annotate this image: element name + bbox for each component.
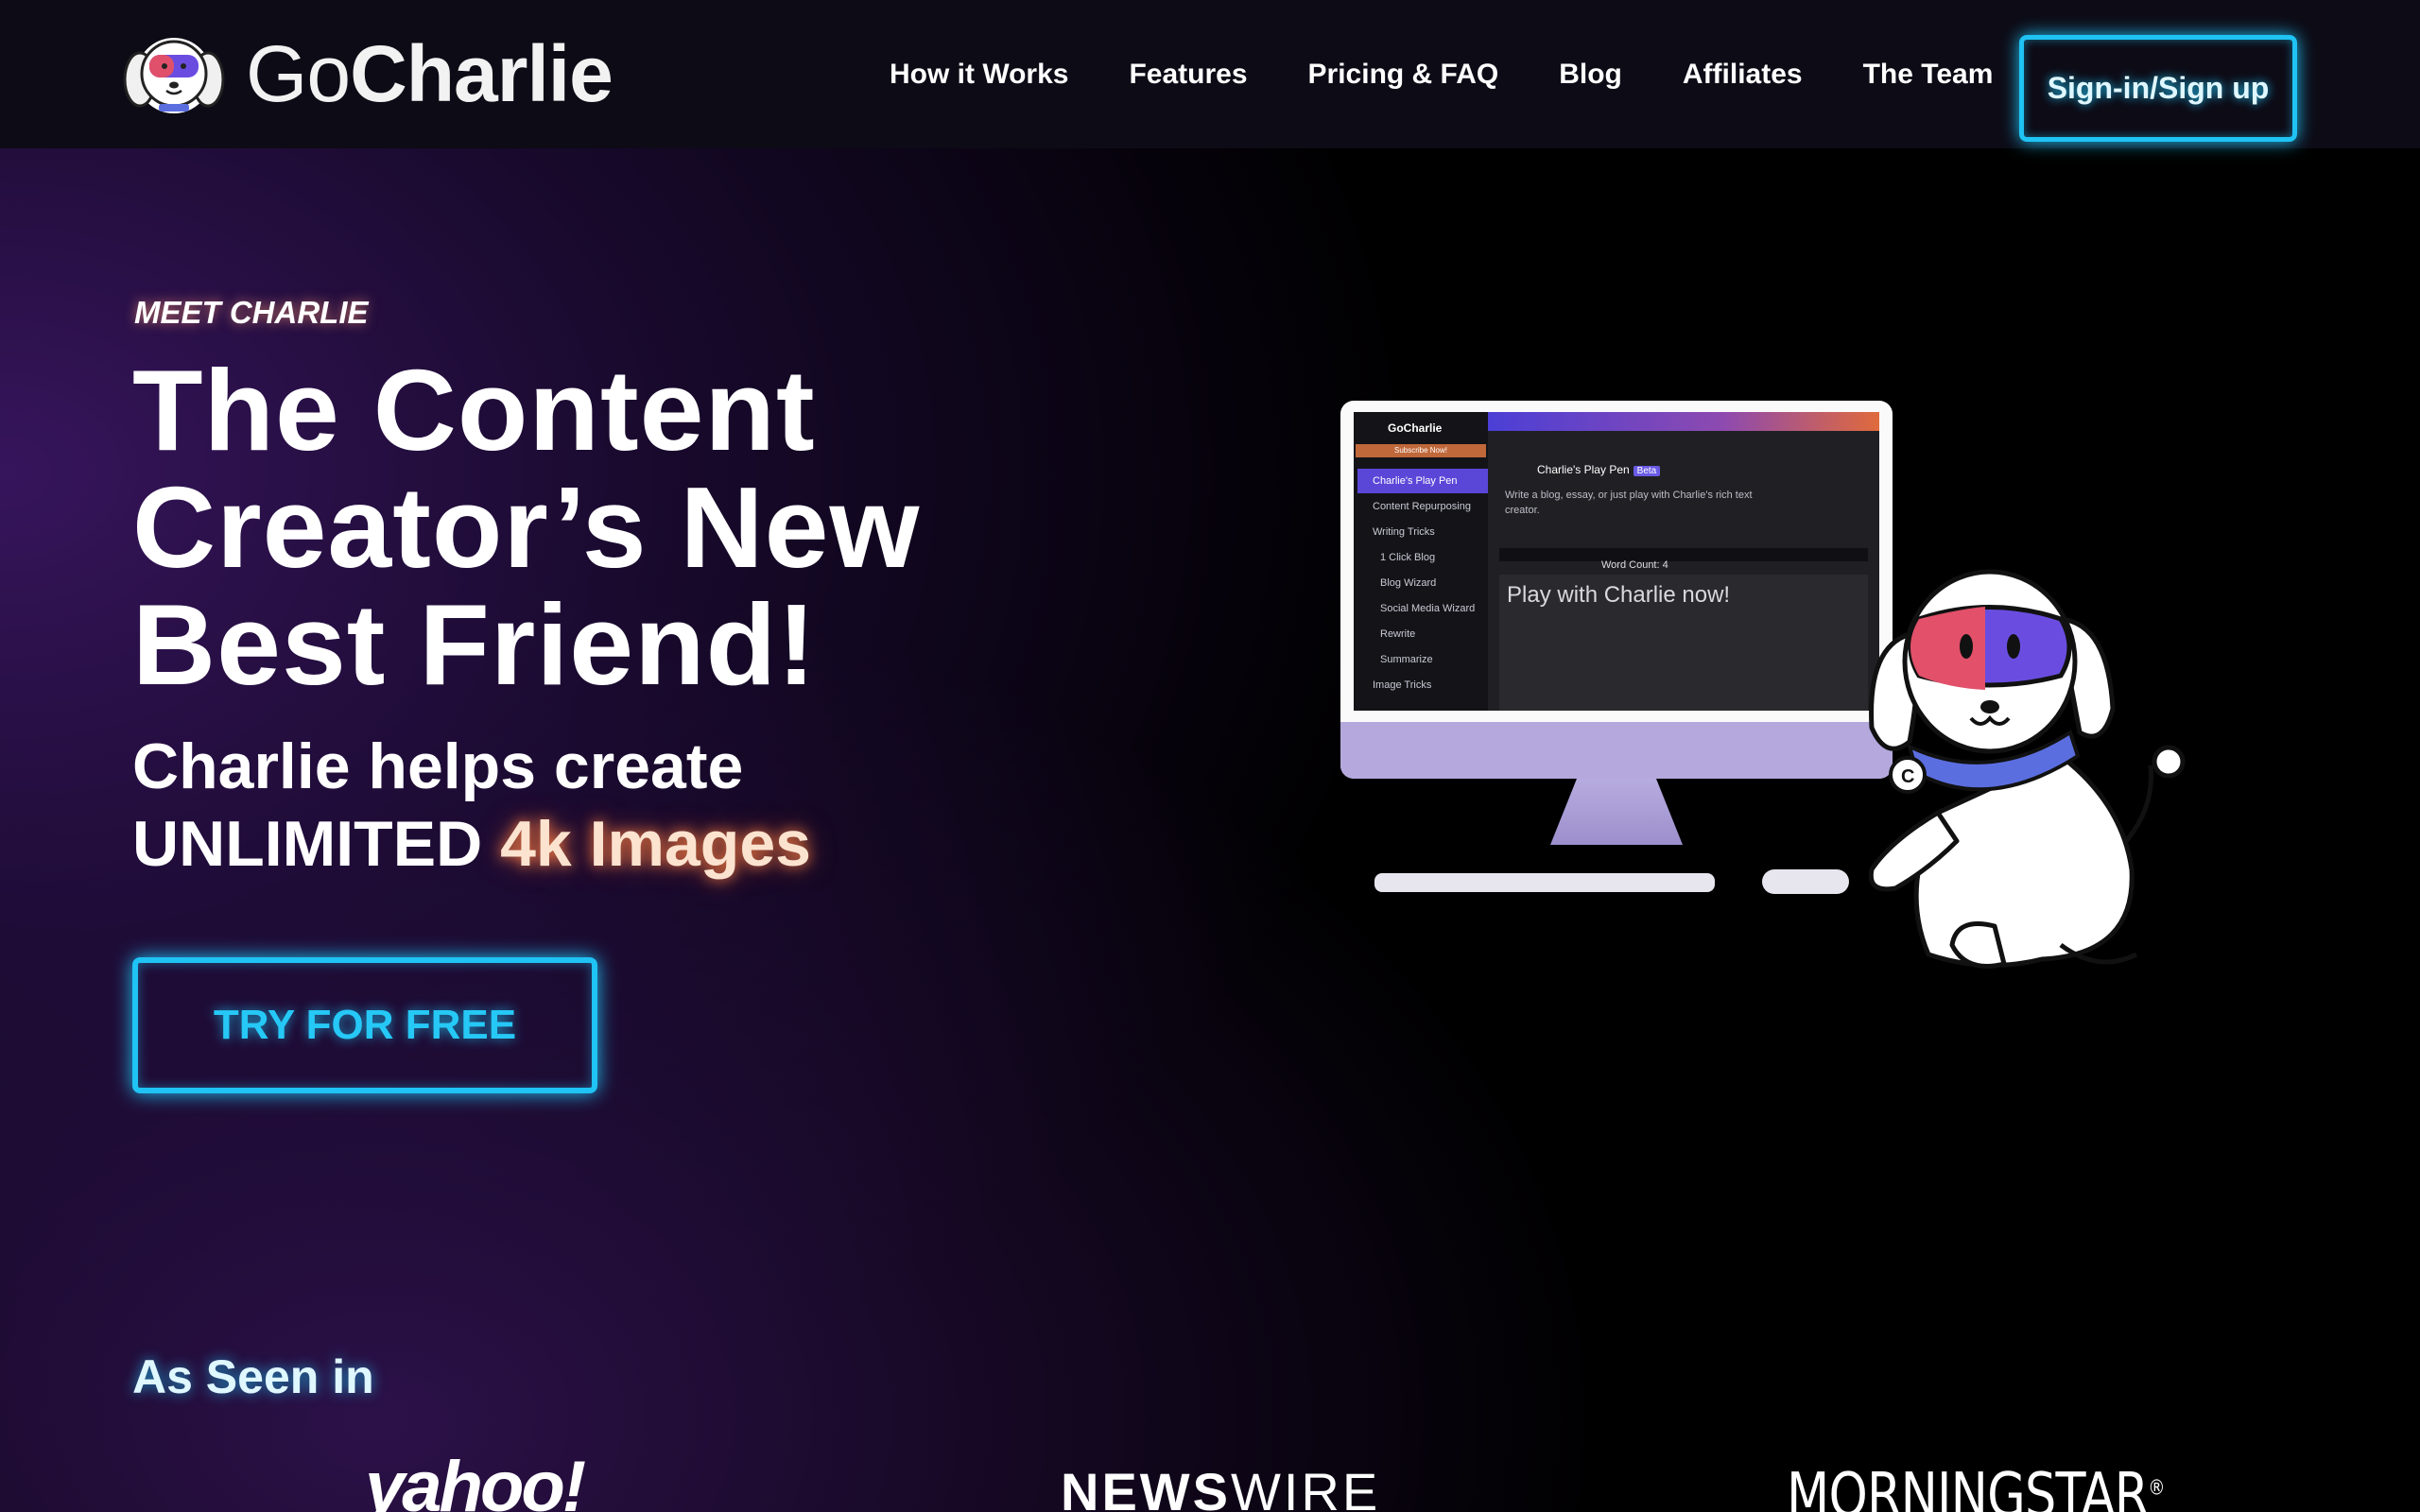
subhead-prefix: UNLIMITED <box>132 808 501 880</box>
nav-affiliates[interactable]: Affiliates <box>1683 59 1803 91</box>
headline-line-2: Creator’s New <box>132 463 921 592</box>
headline-line-3: Best Friend! <box>132 580 817 709</box>
app-sidebar-item: Charlie's Play Pen <box>1357 469 1488 493</box>
yahoo-logo: yahoo! <box>365 1447 586 1512</box>
brand-go: Go <box>246 28 351 118</box>
app-sidebar-item: Social Media Wizard <box>1380 603 1476 614</box>
nav-features[interactable]: Features <box>1129 59 1247 91</box>
hero-subheadline: Charlie helps create UNLIMITED 4k Images <box>132 728 1078 883</box>
subhead-line-1: Charlie helps create <box>132 730 744 802</box>
try-for-free-button[interactable]: TRY FOR FREE <box>132 957 597 1093</box>
editor-text: Play with Charlie now! <box>1507 582 1731 608</box>
app-topbar <box>1488 412 1879 431</box>
morningstar-logo-text: MORNINGSTAR <box>1787 1461 2149 1512</box>
brand-charlie: Charlie <box>350 28 614 118</box>
nav-blog[interactable]: Blog <box>1559 59 1622 91</box>
playpen-title: Charlie's Play Pen Beta <box>1537 463 1661 476</box>
app-subscribe-banner: Subscribe Now! <box>1356 444 1486 457</box>
app-sidebar-item: Blog Wizard <box>1380 577 1437 589</box>
top-navbar: GoCharlie How it Works Features Pricing … <box>0 0 2420 148</box>
as-seen-in-title: As Seen in <box>132 1350 374 1403</box>
nav-pricing-faq[interactable]: Pricing & FAQ <box>1308 59 1499 91</box>
app-brand: GoCharlie <box>1388 421 1443 435</box>
main-menu: How it Works Features Pricing & FAQ Blog… <box>890 0 2053 148</box>
app-sidebar: GoCharlie Subscribe Now! Charlie's Play … <box>1354 412 1488 711</box>
app-sidebar-item: Image Tricks <box>1373 679 1432 691</box>
word-count: Word Count: 4 <box>1601 559 1668 571</box>
hero-headline: The Content Creator’s New Best Friend! <box>132 352 1040 703</box>
gocharlie-dog-logo-icon <box>123 28 225 119</box>
app-sidebar-item: Writing Tricks <box>1373 526 1435 538</box>
playpen-description: Write a blog, essay, or just play with C… <box>1505 490 1753 516</box>
morningstar-logo-mark: ® <box>2148 1476 2165 1501</box>
nav-the-team[interactable]: The Team <box>1863 59 1994 91</box>
svg-text:C: C <box>1901 766 1914 787</box>
brand-wordmark: GoCharlie <box>246 28 614 120</box>
app-sidebar-item: Summarize <box>1380 654 1433 665</box>
nav-how-it-works[interactable]: How it Works <box>890 59 1068 91</box>
signin-signup-button[interactable]: Sign-in/Sign up <box>2019 35 2297 142</box>
beta-badge: Beta <box>1633 466 1661 476</box>
app-sidebar-item: Content Repurposing <box>1373 501 1471 512</box>
keyboard <box>1374 873 1715 892</box>
app-sidebar-item: Rewrite <box>1380 628 1416 640</box>
charlie-dog-mascot-illustration: C <box>1777 529 2193 973</box>
app-sidebar-item: 1 Click Blog <box>1380 552 1436 563</box>
newswire-logo-news: NEWS <box>1061 1462 1231 1512</box>
subhead-accent: 4k Images <box>500 808 811 880</box>
playpen-title-text: Charlie's Play Pen <box>1537 463 1630 476</box>
hero-eyebrow: MEET CHARLIE <box>134 295 369 330</box>
morningstar-logo: MORNINGSTAR® <box>1787 1461 2165 1512</box>
newswire-logo-wire: WIRE <box>1231 1462 1381 1512</box>
gocharlie-logo[interactable]: GoCharlie <box>123 28 614 120</box>
newswire-logo: NEWSWIRE <box>1061 1461 1380 1512</box>
headline-line-1: The Content <box>132 346 816 474</box>
